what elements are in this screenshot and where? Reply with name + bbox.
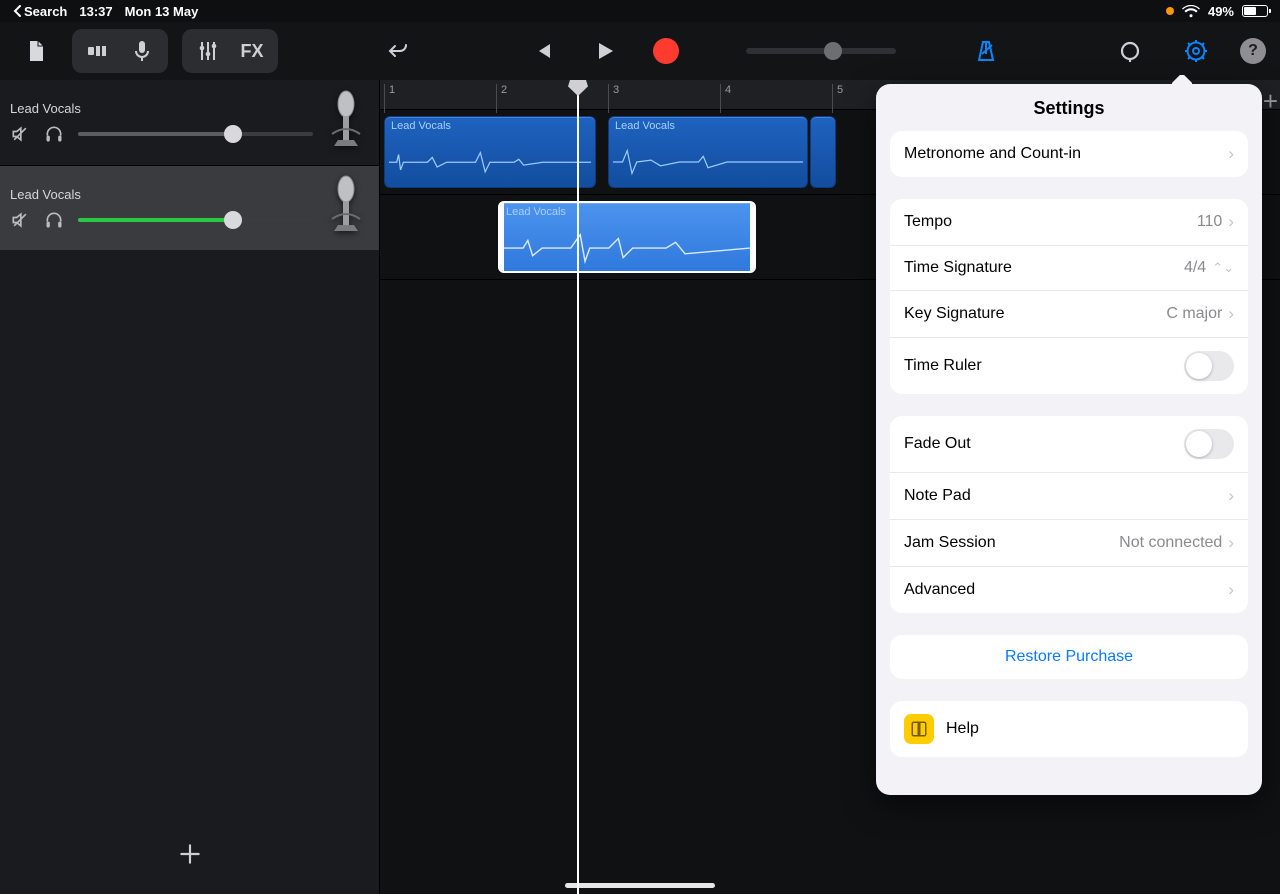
status-time: 13:37	[79, 4, 112, 19]
add-track-button[interactable]	[0, 814, 380, 894]
view-switcher	[72, 29, 168, 73]
plus-icon	[177, 841, 203, 867]
settings-timesig-row[interactable]: Time Signature 4/4⌃⌄	[890, 246, 1248, 291]
fx-button[interactable]: FX	[230, 33, 274, 69]
help-button[interactable]: ?	[1240, 38, 1266, 64]
metronome-button[interactable]	[964, 33, 1008, 69]
loop-browser-button[interactable]	[1108, 33, 1152, 69]
track-name: Lead Vocals	[10, 187, 313, 202]
go-to-start-button[interactable]	[520, 33, 564, 69]
bar-marker: 3	[608, 84, 619, 113]
track-name: Lead Vocals	[10, 101, 313, 116]
main-toolbar: FX ?	[0, 22, 1280, 80]
tracks-view-button[interactable]	[76, 33, 120, 69]
add-section-button[interactable]: +	[1263, 86, 1278, 117]
settings-jam-row[interactable]: Jam Session Not connected›	[890, 520, 1248, 567]
settings-button[interactable]	[1174, 33, 1218, 69]
bar-marker: 2	[496, 84, 507, 113]
chevron-right-icon: ›	[1228, 304, 1234, 324]
bar-marker: 1	[384, 84, 395, 113]
audio-region-selected[interactable]: Lead Vocals	[498, 201, 756, 273]
skip-back-icon	[530, 39, 554, 63]
tracks-icon	[86, 39, 110, 63]
region-label: Lead Vocals	[615, 120, 675, 132]
settings-fadeout-row[interactable]: Fade Out	[890, 416, 1248, 473]
audio-region[interactable]: Lead Vocals	[384, 116, 596, 188]
wifi-icon	[1182, 5, 1200, 18]
undo-button[interactable]	[376, 33, 420, 69]
settings-timeruler-row[interactable]: Time Ruler	[890, 338, 1248, 394]
timeruler-toggle[interactable]	[1184, 351, 1234, 381]
waveform-icon	[389, 143, 591, 181]
book-icon	[904, 714, 934, 744]
status-date: Mon 13 May	[125, 4, 199, 19]
chevron-right-icon: ›	[1228, 533, 1234, 553]
gear-icon	[1184, 39, 1208, 63]
settings-popover: Settings Metronome and Count-in › Tempo …	[876, 84, 1262, 795]
record-button[interactable]	[644, 33, 688, 69]
audio-region[interactable]: Lead Vocals	[608, 116, 808, 188]
workspace: Lead Vocals Lead Vocals	[0, 80, 1280, 894]
settings-title: Settings	[876, 84, 1262, 131]
mic-indicator-dot	[1166, 7, 1174, 15]
settings-advanced-row[interactable]: Advanced ›	[890, 567, 1248, 613]
play-icon	[592, 39, 616, 63]
restore-purchase-button[interactable]: Restore Purchase	[890, 635, 1248, 679]
microphone-icon	[130, 39, 154, 63]
play-button[interactable]	[582, 33, 626, 69]
settings-tempo-row[interactable]: Tempo 110›	[890, 199, 1248, 246]
track-row[interactable]: Lead Vocals	[0, 165, 379, 250]
chevron-right-icon: ›	[1228, 212, 1234, 232]
undo-icon	[386, 39, 410, 63]
track-instrument-icon	[323, 88, 369, 158]
updown-icon: ⌃⌄	[1212, 260, 1234, 276]
audio-region[interactable]	[810, 116, 836, 188]
waveform-icon	[613, 143, 803, 181]
home-indicator[interactable]	[565, 883, 715, 888]
metronome-icon	[974, 39, 998, 63]
fadeout-toggle[interactable]	[1184, 429, 1234, 459]
mute-icon[interactable]	[10, 210, 30, 230]
chevron-right-icon: ›	[1228, 580, 1234, 600]
back-label: Search	[24, 4, 67, 19]
back-to-search[interactable]: Search	[12, 4, 67, 19]
battery-icon	[1242, 5, 1268, 17]
track-volume-slider[interactable]	[78, 218, 313, 222]
document-icon	[24, 39, 48, 63]
chevron-right-icon: ›	[1228, 486, 1234, 506]
settings-keysig-row[interactable]: Key Signature C major›	[890, 291, 1248, 338]
record-icon	[653, 38, 679, 64]
battery-percent: 49%	[1208, 4, 1234, 19]
settings-metronome-row[interactable]: Metronome and Count-in ›	[890, 131, 1248, 177]
waveform-icon	[504, 229, 750, 267]
playhead[interactable]	[577, 80, 579, 894]
settings-notepad-row[interactable]: Note Pad ›	[890, 473, 1248, 520]
track-row[interactable]: Lead Vocals	[0, 80, 379, 165]
track-controls-button[interactable]	[186, 33, 230, 69]
track-instrument-icon	[323, 173, 369, 243]
headphones-icon[interactable]	[44, 124, 64, 144]
region-label: Lead Vocals	[506, 206, 566, 218]
tracks-panel: Lead Vocals Lead Vocals	[0, 80, 380, 894]
track-volume-slider[interactable]	[78, 132, 313, 136]
controls-fx-group: FX	[182, 29, 278, 73]
loop-icon	[1118, 39, 1142, 63]
question-icon: ?	[1248, 42, 1258, 60]
master-volume-slider[interactable]	[746, 48, 896, 54]
my-songs-button[interactable]	[14, 33, 58, 69]
bar-marker: 4	[720, 84, 731, 113]
chevron-right-icon: ›	[1228, 144, 1234, 164]
chevron-left-icon	[12, 5, 22, 17]
bar-marker: 5	[832, 84, 843, 113]
settings-help-row[interactable]: Help	[890, 701, 1248, 757]
mic-view-button[interactable]	[120, 33, 164, 69]
headphones-icon[interactable]	[44, 210, 64, 230]
transport-controls	[520, 33, 688, 69]
region-label: Lead Vocals	[391, 120, 451, 132]
status-bar: Search 13:37 Mon 13 May 49%	[0, 0, 1280, 22]
mute-icon[interactable]	[10, 124, 30, 144]
sliders-icon	[196, 39, 220, 63]
